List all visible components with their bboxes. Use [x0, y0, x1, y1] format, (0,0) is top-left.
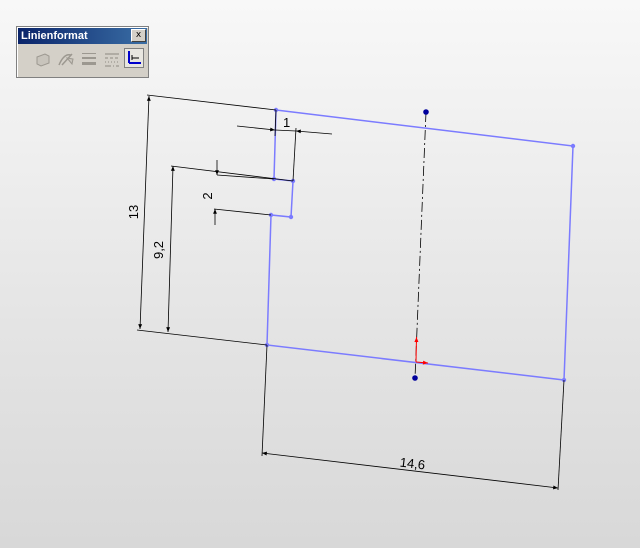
- sketch-outline[interactable]: [266, 109, 574, 381]
- close-button[interactable]: x: [131, 29, 146, 42]
- line-thickness-icon: [58, 53, 74, 66]
- dimension-overall-height[interactable]: [136, 94, 277, 346]
- sketch-vertices[interactable]: [264, 107, 576, 383]
- dimension-left-height[interactable]: [166, 165, 294, 333]
- line-width-icon: [82, 53, 96, 65]
- centerline-point-bottom[interactable]: [412, 375, 418, 381]
- centerline-point-top[interactable]: [423, 109, 429, 115]
- sketch-canvas[interactable]: 1 2 9,2 13 14,6: [0, 0, 640, 548]
- toolbar-title[interactable]: Linienformat: [18, 28, 147, 44]
- dimension-notch-height[interactable]: [213, 160, 275, 225]
- line-style-icon: [105, 53, 119, 67]
- dimension-label-left-height[interactable]: 9,2: [151, 241, 166, 259]
- centerline[interactable]: [412, 109, 429, 381]
- origin-axes-icon: [414, 336, 429, 365]
- dimension-label-overall-height[interactable]: 13: [126, 205, 141, 219]
- line-thickness-button[interactable]: [56, 49, 76, 69]
- sketch-profile[interactable]: [266, 109, 574, 381]
- line-style-button[interactable]: [102, 49, 122, 69]
- line-width-button[interactable]: [79, 49, 99, 69]
- linienformat-toolbar[interactable]: Linienformat x: [16, 26, 149, 78]
- line-color-button[interactable]: [33, 49, 53, 69]
- dimension-label-width-top[interactable]: 1: [283, 115, 290, 130]
- dimension-label-notch-height[interactable]: 2: [200, 192, 215, 199]
- line-display-button[interactable]: [124, 48, 144, 68]
- line-color-icon: [36, 53, 50, 67]
- line-display-icon: [128, 51, 141, 64]
- dimension-label-bottom-width[interactable]: 14,6: [399, 455, 426, 473]
